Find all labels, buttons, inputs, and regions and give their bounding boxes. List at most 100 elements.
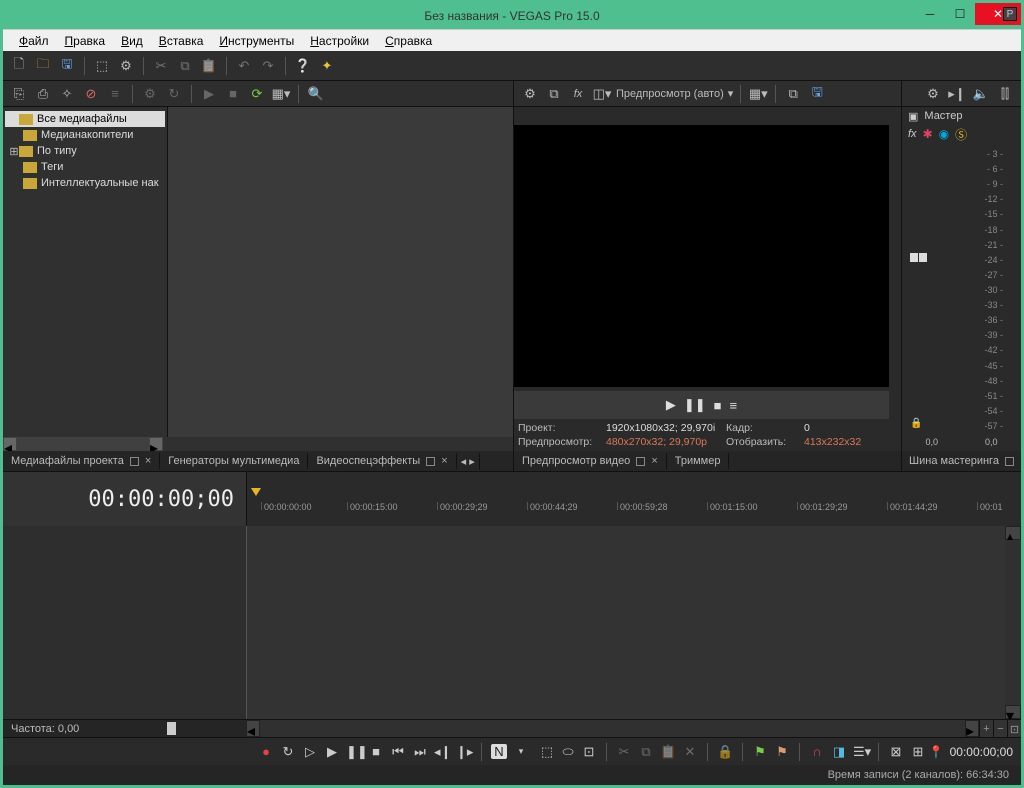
timeline-ruler[interactable]: 00:00:00:0000:00:15:0000:00:29;2900:00:4… (246, 472, 1021, 526)
capture-icon[interactable]: ⎙ (33, 84, 53, 104)
search-icon[interactable]: 🔍 (306, 84, 326, 104)
timeline-tracks[interactable] (246, 526, 1005, 719)
marker-out-icon[interactable]: ⚑ (774, 744, 790, 760)
menu-view[interactable]: Вид (113, 32, 151, 50)
tab-media-generators[interactable]: Генераторы мультимедиа (160, 453, 308, 469)
preview-ext-icon[interactable]: ⧉ (544, 84, 564, 104)
copy-icon[interactable]: ⧉ (638, 744, 654, 760)
zoom-out-button[interactable]: − (993, 720, 1007, 738)
fader-handle[interactable] (910, 253, 927, 262)
undo-icon[interactable]: ↶ (234, 56, 254, 76)
tree-storage[interactable]: Медианакопители (5, 127, 165, 143)
tree-all-media[interactable]: Все медиафайлы (5, 111, 165, 127)
record-icon[interactable]: ● (258, 744, 274, 759)
timeline-hscroll[interactable]: ◂▸ (246, 720, 979, 737)
lock-icon[interactable]: 🔒 (717, 744, 733, 760)
normal-edit-icon[interactable]: N (491, 744, 507, 759)
master-fx-1-icon[interactable]: ✱ (923, 127, 933, 141)
autoripple-icon[interactable]: ◨ (831, 744, 847, 760)
play-start-icon[interactable]: ▷ (302, 744, 318, 760)
views-icon[interactable]: ▦▾ (271, 84, 291, 104)
preview-fx-icon[interactable]: fx (568, 84, 588, 104)
timecode-display[interactable]: 00:00:00;00 (3, 472, 246, 526)
tab-overflow[interactable]: ◂ ▸ (457, 453, 480, 470)
autoplay-icon[interactable]: ⟳ (247, 84, 267, 104)
preview-menu-icon[interactable]: ≡ (730, 398, 738, 413)
menu-edit[interactable]: Правка (57, 32, 114, 50)
getmedia-icon[interactable]: ✧ (57, 84, 77, 104)
lock-icon[interactable]: 🔒 (910, 418, 922, 429)
redo-icon[interactable]: ↷ (258, 56, 278, 76)
open-icon[interactable]: 🗀 (33, 56, 53, 76)
next-frame-icon[interactable]: ❙▸ (456, 744, 472, 760)
envelope-tool-icon[interactable]: ⬭ (560, 744, 576, 760)
cut-icon[interactable]: ✂ (616, 744, 632, 760)
preview-play-icon[interactable]: ▶ (666, 397, 676, 413)
save-icon[interactable]: 🖫 (57, 56, 77, 76)
preview-props-icon[interactable]: ⚙ (520, 84, 540, 104)
fx-icon[interactable]: fx (908, 128, 917, 140)
props-icon[interactable]: ≡ (105, 84, 125, 104)
tab-trimmer[interactable]: Триммер (667, 453, 730, 469)
cut-icon[interactable]: ✂ (151, 56, 171, 76)
tree-tags[interactable]: Теги (5, 159, 165, 175)
whatsthis-icon[interactable]: ❔ (293, 56, 313, 76)
play-icon[interactable]: ▶ (199, 84, 219, 104)
master-next-icon[interactable]: ▸❙ (947, 84, 967, 104)
rate-control[interactable]: Частота: 0,00 (3, 720, 246, 737)
media-fx-icon[interactable]: ⚙ (140, 84, 160, 104)
preview-quality-dropdown[interactable]: Предпросмотр (авто)▾ (616, 87, 733, 100)
master-mute-icon[interactable]: 🔈 (971, 84, 991, 104)
media-list[interactable] (168, 107, 513, 437)
zoom-fit-button[interactable]: ⊡ (1007, 720, 1021, 738)
menu-help[interactable]: Справка (377, 32, 440, 50)
menu-tools[interactable]: Инструменты (211, 32, 302, 50)
pin-icon[interactable]: 📍 (929, 745, 944, 759)
tab-video-preview[interactable]: Предпросмотр видео× (514, 453, 667, 469)
tree-bytype[interactable]: ⊞По типу (5, 143, 165, 159)
quantize-icon[interactable]: ⊞ (910, 744, 926, 760)
transport-timecode[interactable]: 📍 00:00:00;00 (929, 745, 1013, 759)
go-start-icon[interactable]: ⏮ (390, 744, 406, 760)
marker-in-icon[interactable]: ⚑ (752, 744, 768, 760)
preview-copy-icon[interactable]: ⧉ (783, 84, 803, 104)
tree-smart[interactable]: Интеллектуальные нак (5, 175, 165, 191)
stop-icon[interactable]: ■ (223, 84, 243, 104)
zoom-in-button[interactable]: + (979, 720, 993, 738)
minimize-button[interactable]: ─ (915, 3, 945, 25)
rate-slider[interactable] (167, 722, 176, 735)
master-fx-2-icon[interactable]: ◉ (939, 127, 949, 141)
tab-video-fx[interactable]: Видеоспецэффекты× (308, 453, 456, 469)
new-icon[interactable]: 🗋 (9, 56, 29, 76)
loop-icon[interactable]: ↻ (280, 744, 296, 760)
playhead-icon[interactable] (251, 488, 261, 496)
crossfade-icon[interactable]: ☰▾ (853, 744, 869, 760)
pause-icon[interactable]: ❚❚ (346, 744, 362, 760)
maximize-button[interactable]: ☐ (945, 3, 975, 25)
auto-crossfade-icon[interactable]: ⊠ (888, 744, 904, 760)
import-icon[interactable]: ⎘ (9, 84, 29, 104)
preview-pause-icon[interactable]: ❚❚ (684, 397, 706, 413)
master-fx-3-icon[interactable]: Ⓢ (955, 126, 967, 143)
tutor-icon[interactable]: ✦ (317, 56, 337, 76)
remove-icon[interactable]: ⊘ (81, 84, 101, 104)
delete-icon[interactable]: ✕ (682, 744, 698, 760)
master-props-icon[interactable]: ⚙ (923, 84, 943, 104)
tree-scrollbar[interactable]: ◂▸ (3, 437, 163, 451)
preview-split-icon[interactable]: ◫▾ (592, 84, 612, 104)
play-icon[interactable]: ▶ (324, 744, 340, 760)
refresh-icon[interactable]: ↻ (164, 84, 184, 104)
menu-settings[interactable]: Настройки (302, 32, 377, 50)
paste-icon[interactable]: 📋 (199, 56, 219, 76)
go-end-icon[interactable]: ⏭ (412, 744, 428, 760)
render-icon[interactable]: ⬚ (92, 56, 112, 76)
selection-tool-icon[interactable]: ⬚ (539, 744, 555, 760)
snap-icon[interactable]: ∩ (809, 744, 825, 759)
menu-insert[interactable]: Вставка (151, 32, 212, 50)
timeline-corner-badge[interactable]: P (1003, 7, 1017, 21)
master-faders-icon[interactable]: ⫿⫿ (995, 84, 1015, 104)
timeline-vscroll[interactable]: ▴▾ (1005, 526, 1021, 719)
paste-icon[interactable]: 📋 (660, 744, 676, 760)
menu-file[interactable]: Файл (11, 32, 57, 50)
prev-frame-icon[interactable]: ◂❙ (434, 744, 450, 760)
